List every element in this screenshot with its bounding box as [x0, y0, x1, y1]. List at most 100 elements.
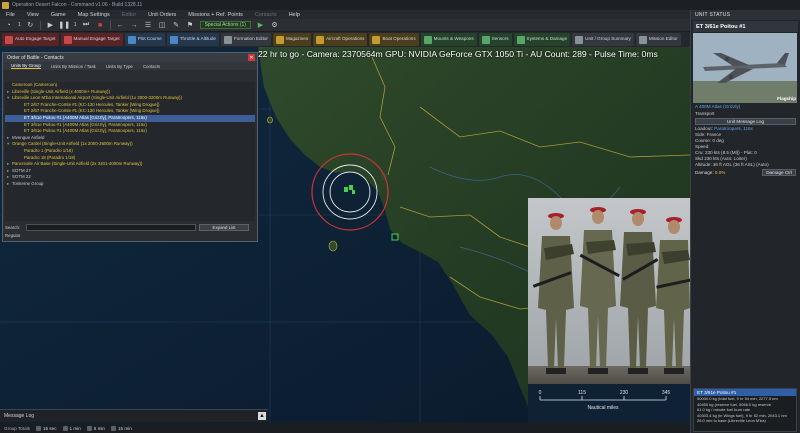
refresh-icon[interactable]: ↻: [26, 21, 35, 30]
go-icon[interactable]: ▶: [256, 21, 265, 30]
list-icon[interactable]: ☰: [144, 21, 153, 30]
unit-name: ET 3/61e Poitou #1: [693, 21, 798, 32]
unit-type-link[interactable]: A 400M Atlas (Grizzly): [691, 103, 800, 110]
clock-icon[interactable]: ◔: [4, 21, 13, 30]
tree-row-label: Orange Cardel (Single-Unit Airfield (1x …: [12, 141, 133, 147]
systems-damage-button[interactable]: Systems & Damage: [513, 33, 571, 46]
expand-list-button[interactable]: Expand List: [199, 224, 249, 231]
tree-row[interactable]: ET 3/61e Poitou #1 (A400M Atlas [Grizzly…: [5, 122, 255, 129]
tree-row[interactable]: ▸ Pancreoite Air Base (Single-Unit Airfie…: [5, 161, 255, 168]
status-bottom-bar: Group Totals 15 sec 1 min 5 min 15 min: [0, 423, 690, 433]
scale-tick-2: 230: [620, 390, 629, 396]
menu-item-help[interactable]: Help: [283, 12, 306, 18]
damage-label: Damage:: [695, 169, 714, 175]
sensors-button[interactable]: Sensors: [478, 33, 512, 46]
menu-bar: File View Game Map Settings Editor Unit Order…: [0, 10, 690, 19]
tree-row[interactable]: ET 3/61e Poitou #1 (A400M Atlas [Grizzly…: [5, 128, 255, 135]
time-compression-2: 1: [73, 22, 77, 28]
time-step-button[interactable]: 15 sec: [35, 425, 57, 431]
tab-units-by-type[interactable]: Units By Type: [106, 64, 133, 69]
paratroopers-photo: [528, 198, 690, 384]
menu-item-game[interactable]: Game: [45, 12, 72, 18]
loadout-value[interactable]: Paratroopers, 116x: [714, 126, 753, 131]
step-checkbox-icon: [86, 425, 92, 431]
tree-row-label: Tomteme Group: [12, 180, 44, 186]
settings-gear-icon[interactable]: ⚙: [270, 21, 279, 30]
damage-control-button[interactable]: Damage Ctrl: [762, 168, 796, 176]
unit-group-summary-button[interactable]: Unit / Group Summary: [572, 33, 634, 46]
time-step-label: 15 sec: [42, 425, 57, 431]
tree-row[interactable]: ▸ Libreville (Single-Unit Airfield (x 400…: [5, 89, 255, 96]
oob-title: Order of Battle - Contacts: [7, 54, 64, 61]
tree-row[interactable]: Cameroon (Cameroon): [5, 82, 255, 89]
expand-up-icon[interactable]: ▲: [258, 412, 266, 420]
tree-row[interactable]: ▾ Libreville Leon M'ba International Airp…: [5, 95, 255, 102]
formation-editor-icon: [223, 35, 232, 44]
formation-editor-button[interactable]: Formation Editor: [220, 33, 271, 46]
unit-group-summary-icon: [575, 35, 584, 44]
menu-item-contacts[interactable]: Contacts: [249, 12, 283, 18]
boat-operations-button[interactable]: Boat Operations: [369, 33, 419, 46]
mounts-weapons-button[interactable]: Mounts & Weapons: [420, 33, 477, 46]
tab-units-by-mission-task[interactable]: Units By Mission / Task: [51, 64, 96, 69]
step-forward-icon[interactable]: ⏭: [82, 21, 91, 30]
pause-icon[interactable]: ❚❚: [58, 21, 70, 30]
menu-item-view[interactable]: View: [21, 12, 45, 18]
tree-row[interactable]: ▸ Tomteme Group: [5, 181, 255, 188]
manual-engage-target-button[interactable]: Manual Engage Target: [60, 33, 123, 46]
loadout-label: Loadout:: [695, 126, 713, 131]
time-step-button[interactable]: 15 min: [110, 425, 132, 431]
arrow-left-icon[interactable]: ←: [116, 21, 125, 30]
time-step-button[interactable]: 1 min: [62, 425, 81, 431]
menu-item-editor[interactable]: Editor: [116, 12, 142, 18]
tree-row-label: ET 3/61e Poitou #1 (A400M Atlas [Grizzly…: [24, 114, 147, 120]
menu-item-file[interactable]: File: [0, 12, 21, 18]
tree-row-label: Mvengue Airfield: [12, 134, 45, 140]
tree-row-label: SOTM 27: [12, 167, 31, 173]
tree-row[interactable]: Paradro 1 (Paradro 1/18): [5, 148, 255, 155]
menu-item-map-settings[interactable]: Map Settings: [72, 12, 116, 18]
layers-icon[interactable]: ◫: [158, 21, 167, 30]
message-log-bar[interactable]: Message Log ▲: [0, 409, 268, 422]
tree-row[interactable]: ET 2/67 Franche-Comte #1 (KC-130 Hercule…: [5, 102, 255, 109]
unit-status-header: UNIT STATUS: [691, 10, 800, 20]
oob-search-input[interactable]: [26, 224, 196, 231]
aircraft-operations-button[interactable]: Aircraft Operations: [313, 33, 368, 46]
auto-engage-target-button[interactable]: Auto Engage Target: [2, 33, 59, 46]
oob-titlebar[interactable]: Order of Battle - Contacts ✕: [3, 53, 257, 62]
play-icon[interactable]: ▶: [46, 21, 55, 30]
throttle-altitude-icon: [169, 35, 178, 44]
tab-units-by-group[interactable]: Units By Group: [11, 63, 41, 69]
flag-icon[interactable]: ⚑: [186, 21, 195, 30]
unit-message-log-button[interactable]: Unit Message Log: [695, 118, 796, 125]
tree-row[interactable]: Paradro 18 (Paradro 1/18): [5, 155, 255, 162]
unit-role: Transport: [695, 111, 715, 116]
plot-course-button[interactable]: Plot Course: [124, 33, 165, 46]
special-actions-button[interactable]: Special Actions (1): [199, 21, 251, 29]
mission-editor-button[interactable]: Mission Editor: [635, 33, 681, 46]
tree-row[interactable]: ▾ Orange Cardel (Single-Unit Airfield (1x…: [5, 141, 255, 148]
tree-row[interactable]: ET 3/61e Poitou #1 (A400M Atlas [Grizzly…: [5, 114, 255, 122]
throttle-altitude-button[interactable]: Throttle & Altitude: [166, 33, 219, 46]
tree-row[interactable]: ▸ SOTM 22: [5, 174, 255, 181]
window-titlebar: Operation Desert Falcon - Command v1.06 …: [0, 0, 800, 10]
menu-item-missions-ref-points[interactable]: Missions + Ref. Points: [182, 12, 249, 18]
magazines-button[interactable]: Magazines: [272, 33, 312, 46]
tree-row[interactable]: ▸ SOTM 27: [5, 168, 255, 175]
edit-icon[interactable]: ✎: [172, 21, 181, 30]
toolbar-button-label: Aircraft Operations: [326, 36, 365, 42]
stop-icon[interactable]: ■: [96, 21, 105, 30]
tree-row[interactable]: ET 2/67 Franche-Comte #1 (KC-130 Hercule…: [5, 108, 255, 115]
step-checkbox-icon: [35, 425, 41, 431]
tab-contacts[interactable]: Contacts: [143, 64, 160, 69]
unit-flag-label: Flagship: [777, 96, 796, 101]
time-step-button[interactable]: 5 min: [86, 425, 105, 431]
aircraft-operations-icon: [316, 35, 325, 44]
close-icon[interactable]: ✕: [248, 54, 255, 61]
fuel-line: 26.0 min to base (Libreville Leon M'ba): [697, 418, 766, 424]
scale-tick-0: 0: [539, 390, 542, 396]
tree-row[interactable]: ▸ Mvengue Airfield: [5, 135, 255, 142]
menu-item-unit-orders[interactable]: Unit Orders: [142, 12, 182, 18]
arrow-right-icon[interactable]: →: [130, 21, 139, 30]
unit-damage-row: Damage: 0.0% Damage Ctrl: [691, 168, 800, 176]
